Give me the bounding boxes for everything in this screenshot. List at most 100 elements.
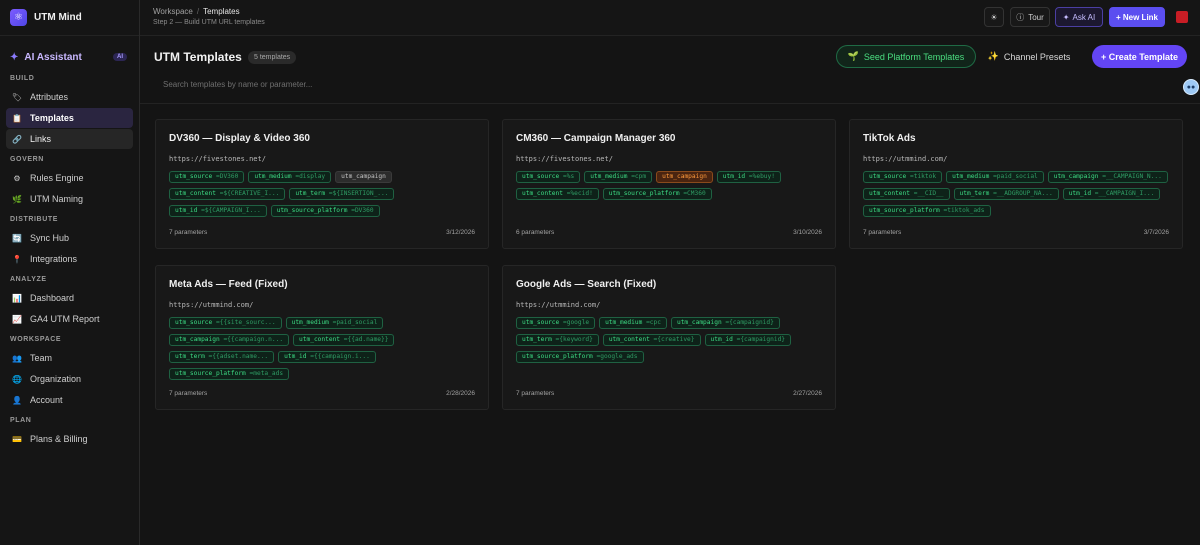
sidebar-item-organization[interactable]: 🌐 Organization xyxy=(6,369,133,389)
parameter-value: =cpm xyxy=(631,173,647,180)
parameter-chip: utm_id =__CAMPAIGN_I... xyxy=(1062,188,1161,200)
parameter-key: utm_content xyxy=(175,190,216,197)
parameter-chip: utm_campaign xyxy=(656,171,713,183)
seed-platform-templates-button[interactable]: 🌱 Seed Platform Templates xyxy=(836,45,976,68)
parameter-chips: utm_source =google utm_medium =cpc utm_cam… xyxy=(516,317,831,368)
parameter-value: =%ebuy! xyxy=(748,173,775,180)
plug-icon: 📍 xyxy=(12,254,22,264)
create-template-button[interactable]: + Create Template xyxy=(1092,45,1187,68)
sidebar-item-account[interactable]: 👤 Account xyxy=(6,390,133,410)
sidebar-item-label: UTM Naming xyxy=(30,194,84,204)
sidebar-item-templates[interactable]: 📋 Templates xyxy=(6,108,133,128)
template-name: CM360 — Campaign Manager 360 xyxy=(516,133,676,144)
tour-label: Tour xyxy=(1028,12,1044,22)
parameter-value: =display xyxy=(295,173,326,180)
team-icon: 👥 xyxy=(12,353,22,363)
parameter-value: =__ADGROUP_NA... xyxy=(993,190,1053,197)
sidebar-item-plans-billing[interactable]: 💳 Plans & Billing xyxy=(6,429,133,449)
breadcrumb-workspace[interactable]: Workspace xyxy=(153,7,193,16)
template-card[interactable]: Meta Ads — Feed (Fixed) https://utmmind.c… xyxy=(155,265,489,410)
parameter-key: utm_medium xyxy=(291,319,329,326)
sidebar-item-label: Sync Hub xyxy=(30,233,70,243)
user-icon: 👤 xyxy=(12,395,22,405)
sidebar-item-label: GA4 UTM Report xyxy=(30,314,100,324)
parameter-chip: utm_medium =cpm xyxy=(584,171,653,183)
parameter-value: ={{campaign.i... xyxy=(310,353,370,360)
ask-ai-button[interactable]: ✦ Ask AI xyxy=(1055,7,1103,27)
sidebar-nav: ✦ AI Assistant AI BUILD 🏷 Attributes 📋 Templ… xyxy=(0,36,139,449)
sidebar-section-title: ANALYZE xyxy=(10,276,47,283)
sidebar-item-team[interactable]: 👥 Team xyxy=(6,348,133,368)
parameter-chip: utm_campaign xyxy=(335,171,392,183)
parameter-key: utm_content xyxy=(608,336,650,343)
parameter-key: utm_source_platform xyxy=(608,190,680,197)
parameter-chip: utm_source_platform =meta_ads xyxy=(169,368,290,380)
parameter-value: =%s xyxy=(563,173,575,180)
template-card[interactable]: TikTok Ads https://utmmind.com/utm_source… xyxy=(849,119,1183,249)
template-name: Meta Ads — Feed (Fixed) xyxy=(169,279,288,290)
template-name: DV360 — Display & Video 360 xyxy=(169,133,310,144)
sidebar-item-rules-engine[interactable]: ⚙ Rules Engine xyxy=(6,168,133,188)
parameter-chip: utm_content =%ecid! xyxy=(516,188,599,200)
parameter-value: =DV360 xyxy=(351,207,374,214)
parameter-value: =tiktok xyxy=(910,173,937,180)
parameter-chip: utm_content ={{ad.name}} xyxy=(293,334,395,346)
parameter-value: ={{adset.name... xyxy=(208,353,269,360)
step-hint: Step 2 — Build UTM URL templates xyxy=(153,19,265,26)
parameter-key: utm_content xyxy=(522,190,563,197)
parameter-chip: utm_campaign ={campaignid} xyxy=(670,317,780,329)
gear-icon: ⚙ xyxy=(13,173,21,183)
template-date: 2/27/2026 xyxy=(793,390,822,397)
tour-button[interactable]: ⓘ Tour xyxy=(1010,7,1050,27)
sidebar-item-sync-hub[interactable]: 🔄 Sync Hub xyxy=(6,228,133,248)
parameter-key: utm_id xyxy=(284,353,307,360)
new-link-button[interactable]: + New Link xyxy=(1109,7,1165,27)
parameter-chip: utm_content =${CREATIVE_I... xyxy=(169,188,286,200)
brand[interactable]: ⚛ UTM Mind xyxy=(0,0,139,36)
parameter-chip: utm_source_platform =tiktok_ads xyxy=(863,205,991,217)
parameter-key: utm_term xyxy=(295,190,326,197)
parameter-chip: utm_source =google xyxy=(516,317,596,329)
sidebar-item-ai-assistant[interactable]: ✦ AI Assistant AI xyxy=(6,46,133,68)
sidebar-item-dashboard[interactable]: 📊 Dashboard xyxy=(6,288,133,308)
card-footer: 7 parameters 3/7/2026 xyxy=(863,229,1169,236)
sidebar-item-integrations[interactable]: 📍 Integrations xyxy=(6,249,133,269)
ask-ai-label: Ask AI xyxy=(1072,12,1096,22)
sidebar-item-utm-naming[interactable]: 🌿 UTM Naming xyxy=(6,189,133,209)
parameter-key: utm_source_platform xyxy=(869,207,940,214)
flag-icon[interactable] xyxy=(1176,11,1188,23)
sidebar-item-attributes[interactable]: 🏷 Attributes xyxy=(6,87,133,107)
tag-icon: 🏷 xyxy=(11,92,23,102)
card-footer: 6 parameters 3/10/2026 xyxy=(516,229,822,236)
parameter-key: utm_term xyxy=(175,353,205,360)
card-footer: 7 parameters 2/28/2026 xyxy=(169,390,475,397)
sidebar-section-title: GOVERN xyxy=(10,156,44,163)
sync-icon: 🔄 xyxy=(12,233,22,243)
parameter-chip: utm_id ={{campaign.i... xyxy=(278,351,376,363)
template-name: Google Ads — Search (Fixed) xyxy=(516,279,657,290)
parameter-value: ={campaignid} xyxy=(725,319,774,326)
template-card[interactable]: Google Ads — Search (Fixed) https://utmmi… xyxy=(502,265,836,410)
search-input[interactable]: Search templates by name or parameter... xyxy=(154,76,1174,94)
sidebar-item-label: Templates xyxy=(30,113,74,123)
parameter-value: ={{site_sourc... xyxy=(216,319,276,326)
parameter-key: utm_medium xyxy=(952,173,990,180)
atom-logo-icon: ⚛ xyxy=(10,9,27,26)
sidebar-item-links[interactable]: 🔗 Links xyxy=(6,129,133,149)
parameter-chip: utm_source_platform =google_ads xyxy=(516,351,644,363)
chat-bubble-icon[interactable]: ●● xyxy=(1183,79,1199,95)
sidebar-item-ga4-utm-report[interactable]: 📈 GA4 UTM Report xyxy=(6,309,133,329)
sidebar-section-title: DISTRIBUTE xyxy=(10,216,58,223)
theme-toggle-button[interactable]: ☀ xyxy=(984,7,1004,27)
parameter-value: =DV360 xyxy=(216,173,239,180)
template-card[interactable]: CM360 — Campaign Manager 360 https://five… xyxy=(502,119,836,249)
template-url: https://utmmind.com/ xyxy=(863,155,948,163)
sidebar-item-label: Plans & Billing xyxy=(30,434,88,444)
template-card[interactable]: DV360 — Display & Video 360 https://fives… xyxy=(155,119,489,249)
parameter-chip: utm_medium =paid_social xyxy=(946,171,1044,183)
template-url: https://utmmind.com/ xyxy=(516,301,601,309)
parameter-key: utm_campaign xyxy=(1053,173,1099,180)
parameter-value: =CM360 xyxy=(683,190,706,197)
parameter-value: =paid_social xyxy=(993,173,1038,180)
channel-presets-button[interactable]: ✨ Channel Presets xyxy=(985,45,1073,68)
